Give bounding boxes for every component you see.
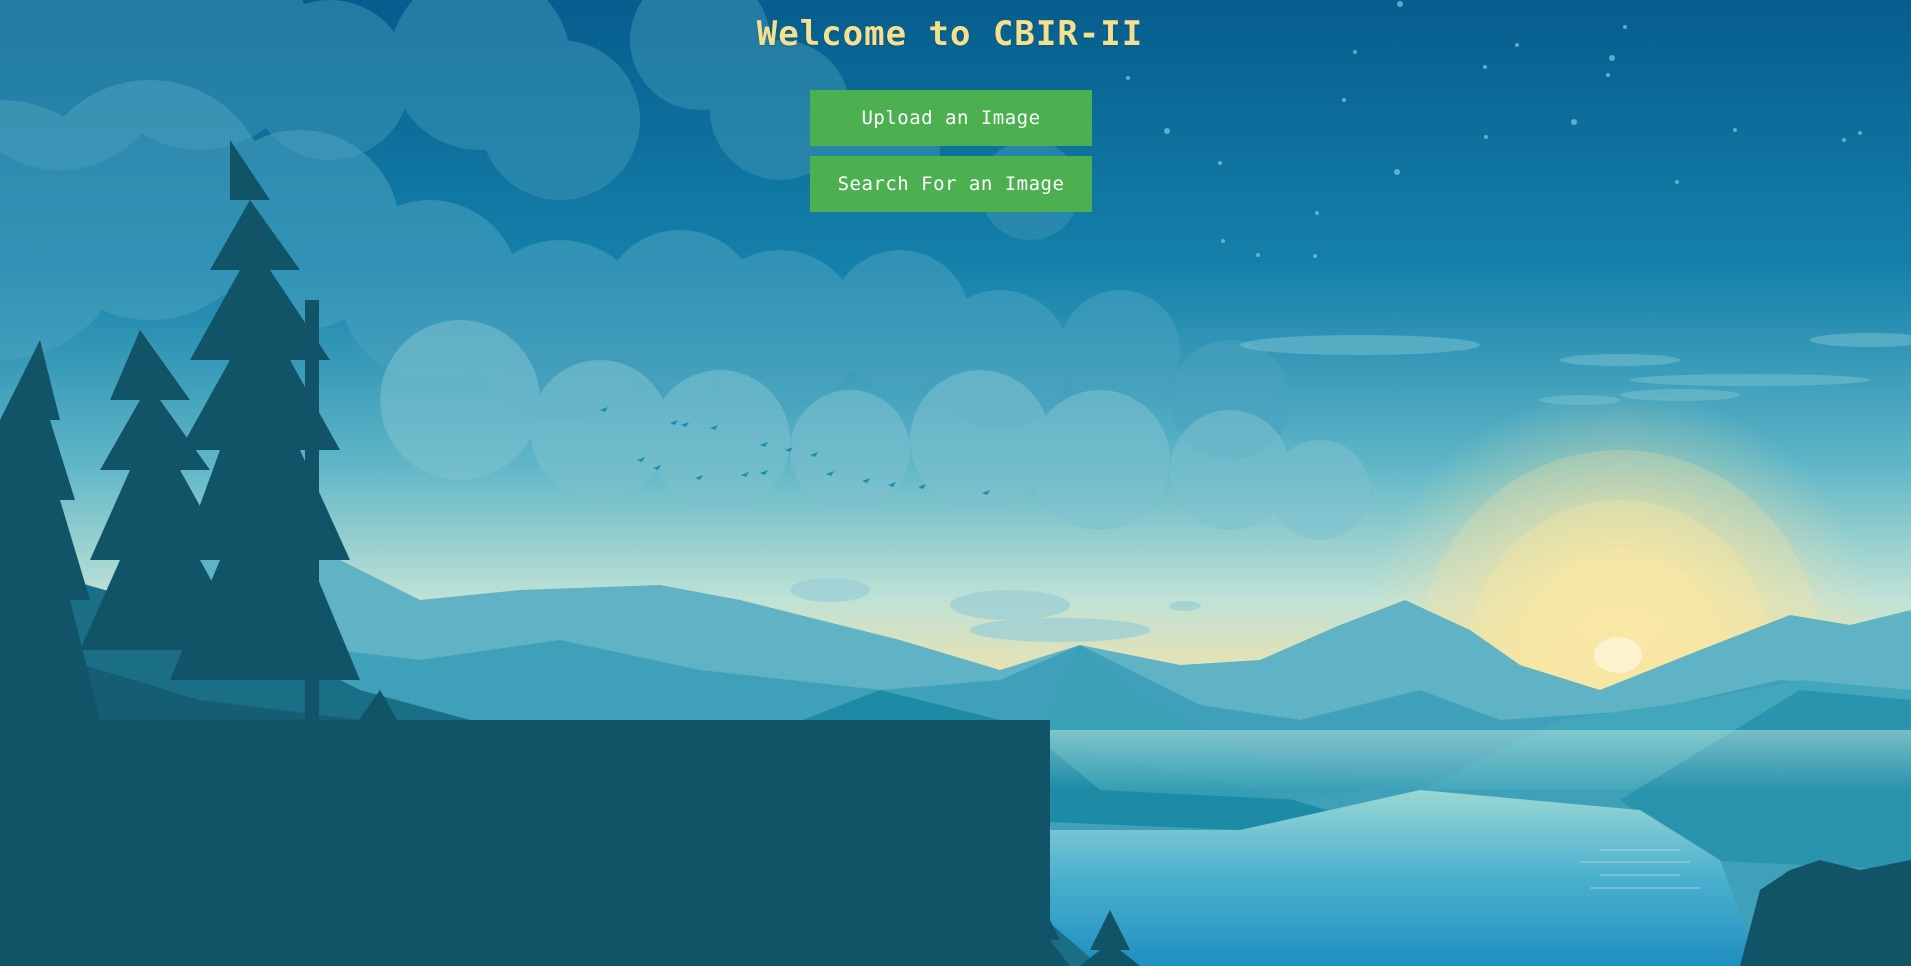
search-image-button[interactable]: Search For an Image: [810, 156, 1092, 212]
upload-image-button[interactable]: Upload an Image: [810, 90, 1092, 146]
